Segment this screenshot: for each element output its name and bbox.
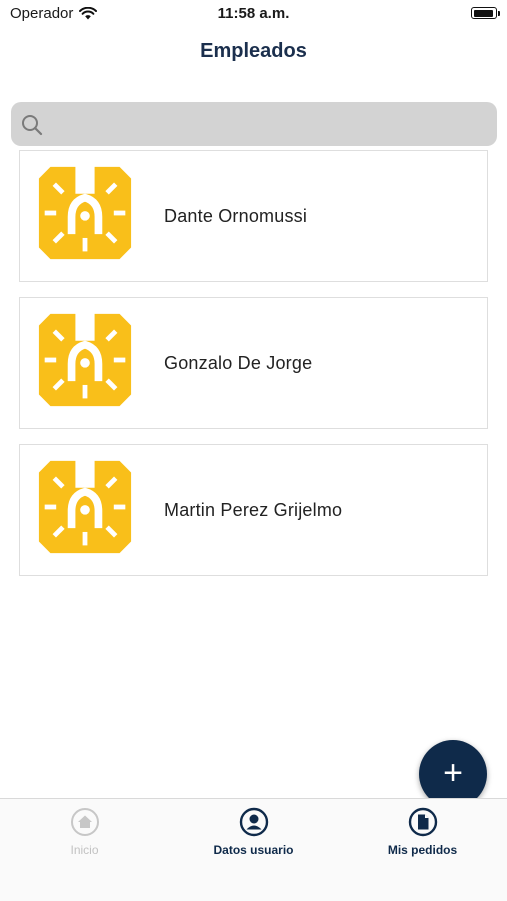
search-input[interactable]: [51, 102, 495, 148]
employee-name: Gonzalo De Jorge: [164, 352, 313, 373]
tab-label: Mis pedidos: [387, 843, 458, 857]
employee-name: Martin Perez Grijelmo: [164, 499, 343, 520]
tab-bar: Inicio Datos usuario Mis pedidos: [0, 798, 507, 901]
user-icon: [169, 807, 338, 837]
tab-inicio[interactable]: Inicio: [0, 799, 169, 869]
search-bar[interactable]: [11, 102, 497, 148]
company-logo-icon: [38, 460, 132, 554]
tab-label: Datos usuario: [213, 843, 294, 857]
employee-name: Dante Ornomussi: [164, 205, 308, 226]
company-logo-icon: [38, 313, 132, 407]
tab-label: Inicio: [70, 843, 99, 857]
status-bar: Operador 11:58 a.m.: [0, 0, 507, 30]
status-time: 11:58 a.m.: [217, 5, 290, 22]
tab-mis-pedidos[interactable]: Mis pedidos: [338, 799, 507, 869]
home-icon: [0, 807, 169, 837]
employee-card[interactable]: Martin Perez Grijelmo: [19, 444, 488, 576]
plus-icon: +: [443, 753, 463, 792]
search-icon: [21, 114, 43, 141]
battery-icon: [471, 7, 500, 19]
tab-datos-usuario[interactable]: Datos usuario: [169, 799, 338, 869]
employee-card[interactable]: Gonzalo De Jorge: [19, 297, 488, 429]
employee-card[interactable]: Dante Ornomussi: [19, 150, 488, 282]
page-title: Empleados: [200, 40, 307, 62]
document-icon: [338, 807, 507, 837]
company-logo-icon: [38, 166, 132, 260]
